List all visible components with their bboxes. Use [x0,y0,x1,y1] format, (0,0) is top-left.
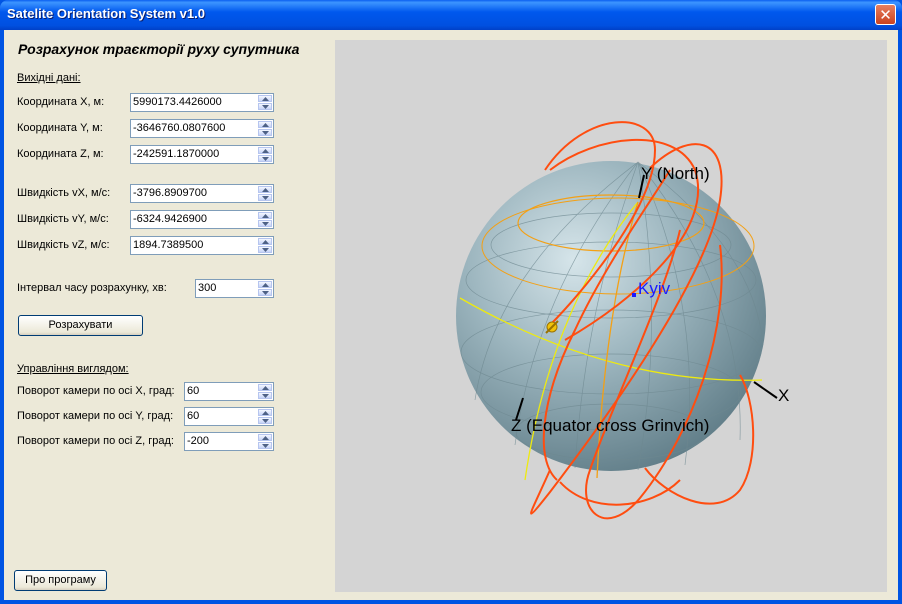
velocity-y-value: -6324.9426900 [133,213,208,225]
spin-up-icon[interactable] [258,434,272,441]
app-window: Satelite Orientation System v1.0 ✕ Розра… [0,0,902,604]
city-label: Kyiv [638,279,671,298]
spin-up-icon[interactable] [258,147,272,154]
coord-x-spinner[interactable] [258,95,272,110]
close-button[interactable]: ✕ [875,4,896,25]
velocity-x-value: -3796.8909700 [133,187,208,199]
spin-down-icon[interactable] [258,246,272,253]
camera-z-input[interactable]: -200 [184,432,274,451]
city-marker [632,293,636,297]
coord-y-input[interactable]: -3646760.0807600 [130,119,274,138]
velocity-y-input[interactable]: -6324.9426900 [130,210,274,229]
camera-y-input[interactable]: 60 [184,407,274,426]
camera-z-label: Поворот камери по осі Z, град: [17,435,174,447]
camera-z-spinner[interactable] [258,434,272,449]
interval-spinner[interactable] [258,281,272,296]
coord-z-spinner[interactable] [258,147,272,162]
coord-z-value: -242591.1870000 [133,148,220,160]
page-title: Розрахунок траєкторії руху супутника [18,41,300,57]
spin-up-icon[interactable] [258,384,272,391]
camera-x-value: 60 [187,385,200,397]
camera-x-spinner[interactable] [258,384,272,399]
about-button[interactable]: Про програму [14,570,107,591]
interval-input[interactable]: 300 [195,279,274,298]
coord-x-label: Координата X, м: [17,96,105,108]
spin-down-icon[interactable] [258,155,272,162]
coord-x-input[interactable]: 5990173.4426000 [130,93,274,112]
spin-down-icon[interactable] [258,392,272,399]
axis-x-label: X [778,386,789,405]
camera-z-value: -200 [187,435,210,447]
coord-y-label: Координата Y, м: [17,122,103,134]
axis-z-label: Z (Equator cross Grinvich) [511,416,709,435]
velocity-x-input[interactable]: -3796.8909700 [130,184,274,203]
spin-down-icon[interactable] [258,417,272,424]
coord-x-value: 5990173.4426000 [133,96,222,108]
camera-y-value: 60 [187,410,200,422]
calculate-button[interactable]: Розрахувати [18,315,143,336]
velocity-z-input[interactable]: 1894.7389500 [130,236,274,255]
coord-y-spinner[interactable] [258,121,272,136]
camera-y-label: Поворот камери по осі Y, град: [17,410,174,422]
velocity-x-label: Швидкість vX, м/с: [17,187,111,199]
spin-up-icon[interactable] [258,121,272,128]
velocity-y-label: Швидкість vY, м/с: [17,213,109,225]
coord-z-input[interactable]: -242591.1870000 [130,145,274,164]
coord-y-value: -3646760.0807600 [133,122,226,134]
velocity-x-spinner[interactable] [258,186,272,201]
velocity-z-value: 1894.7389500 [133,239,204,251]
title-bar[interactable]: Satelite Orientation System v1.0 ✕ [0,0,902,30]
spin-up-icon[interactable] [258,186,272,193]
camera-x-label: Поворот камери по осі X, град: [17,385,175,397]
axis-y-label: Y (North) [641,164,710,183]
main-panel: Розрахунок траєкторії руху супутника Вих… [4,30,898,600]
spin-down-icon[interactable] [258,442,272,449]
camera-x-input[interactable]: 60 [184,382,274,401]
spin-down-icon[interactable] [258,129,272,136]
velocity-z-spinner[interactable] [258,238,272,253]
spin-down-icon[interactable] [258,220,272,227]
velocity-z-label: Швидкість vZ, м/с: [17,239,110,251]
interval-label: Інтервал часу розрахунку, хв: [17,282,167,294]
velocity-y-spinner[interactable] [258,212,272,227]
globe-scene: Y (North) X Z (Equator cross Grinvich) K… [456,121,789,520]
interval-value: 300 [198,282,217,294]
window-title: Satelite Orientation System v1.0 [7,6,205,21]
spin-up-icon[interactable] [258,238,272,245]
camera-y-spinner[interactable] [258,409,272,424]
orbit-viewport[interactable]: Y (North) X Z (Equator cross Grinvich) K… [335,40,887,592]
spin-down-icon[interactable] [258,103,272,110]
input-section-label: Вихідні дані: [17,72,81,84]
view-section-label: Управління виглядом: [17,363,129,375]
spin-up-icon[interactable] [258,281,272,288]
spin-down-icon[interactable] [258,194,272,201]
spin-up-icon[interactable] [258,212,272,219]
spin-up-icon[interactable] [258,95,272,102]
spin-down-icon[interactable] [258,289,272,296]
coord-z-label: Координата Z, м: [17,148,104,160]
spin-up-icon[interactable] [258,409,272,416]
